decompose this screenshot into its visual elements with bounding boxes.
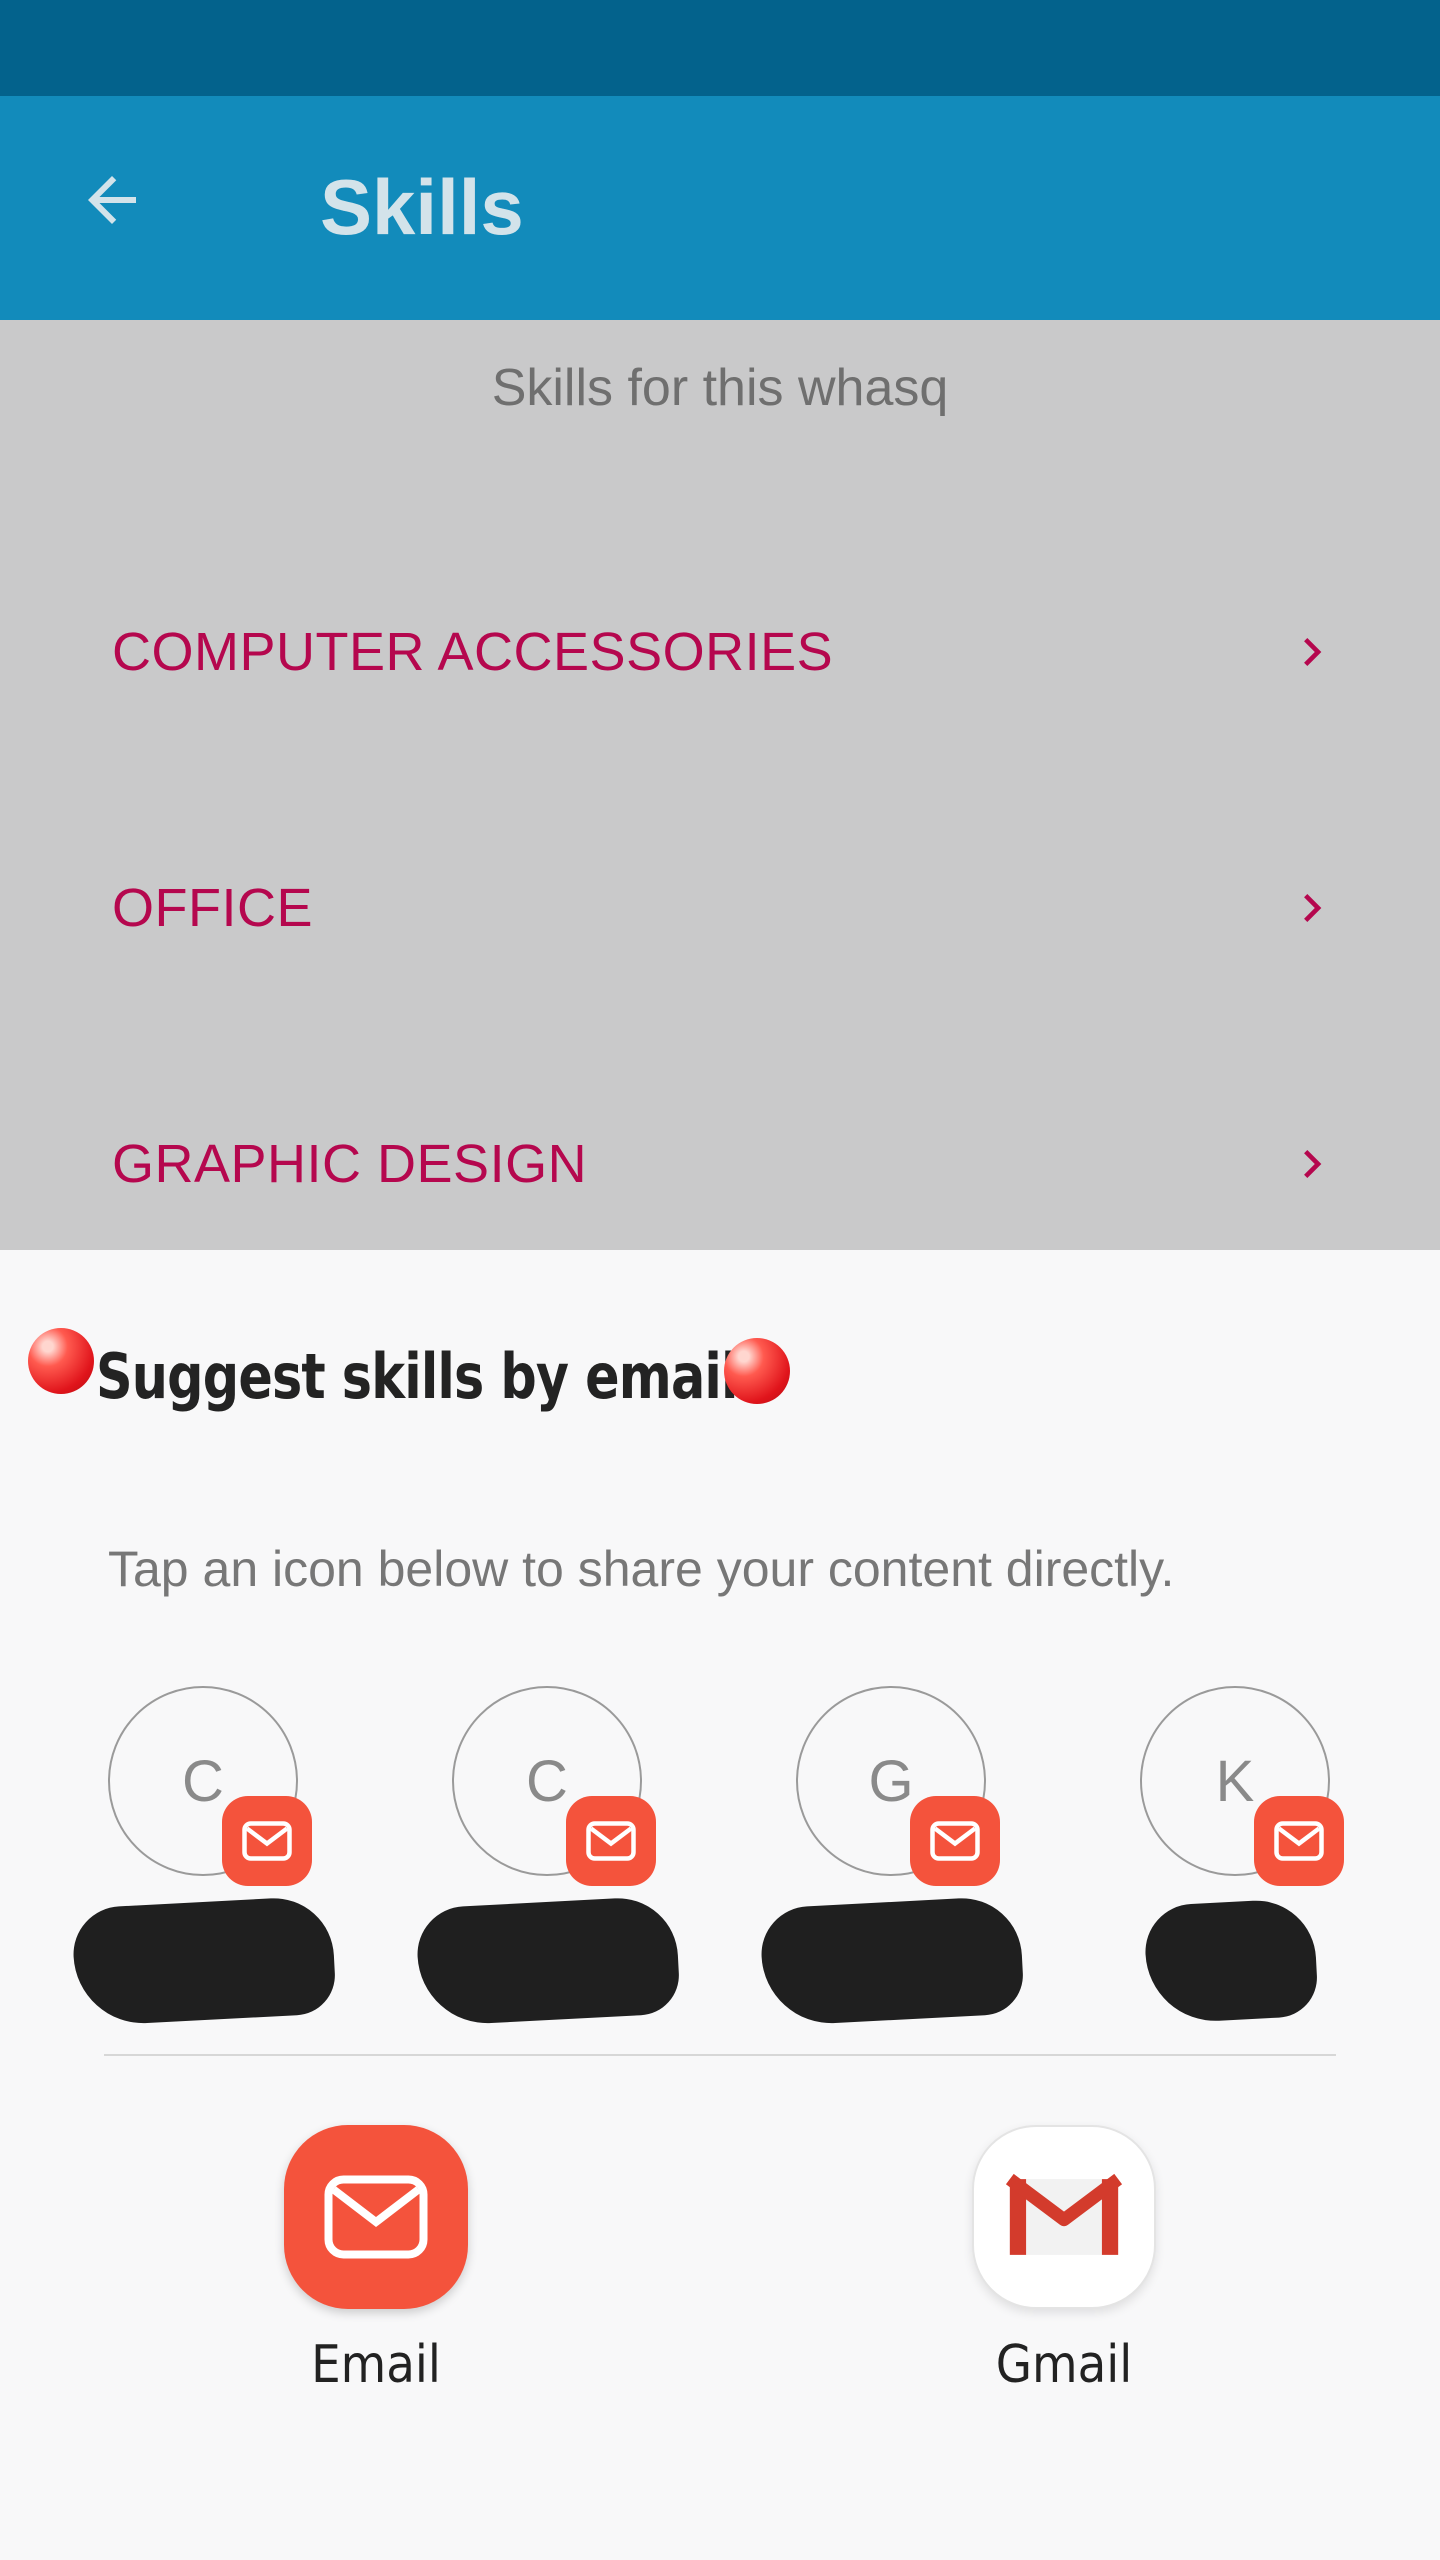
redacted-name	[415, 1895, 681, 2027]
divider	[104, 2054, 1336, 2056]
chevron-right-icon	[1304, 1150, 1322, 1178]
share-sheet: Suggest skills by email Tap an icon belo…	[0, 1250, 1440, 2560]
contact-target[interactable]: K	[1086, 1686, 1386, 2066]
gmail-icon	[972, 2125, 1156, 2309]
redacted-name	[1143, 1897, 1319, 2025]
skill-row-computer-accessories[interactable]: COMPUTER ACCESSORIES	[0, 572, 1440, 732]
app-label: Gmail	[995, 2335, 1133, 2395]
email-badge-icon	[222, 1796, 312, 1886]
share-app-gmail[interactable]: Gmail	[914, 2125, 1214, 2415]
email-badge-icon	[566, 1796, 656, 1886]
red-ball-decoration	[28, 1328, 94, 1394]
skill-row-graphic-design[interactable]: GRAPHIC DESIGN	[0, 1084, 1440, 1244]
share-app-email[interactable]: Email	[226, 2125, 526, 2415]
page-title: Skills	[320, 163, 524, 251]
app-bar: Skills	[0, 96, 1440, 320]
contact-target[interactable]: C	[54, 1686, 354, 2066]
email-app-icon	[284, 2125, 468, 2309]
skill-row-office[interactable]: OFFICE	[0, 828, 1440, 988]
skills-subtitle: Skills for this whasq	[491, 359, 949, 417]
email-badge-icon	[1254, 1796, 1344, 1886]
arrow-left-icon	[88, 176, 136, 224]
red-ball-decoration	[724, 1338, 790, 1404]
chevron-right-icon	[1304, 638, 1322, 666]
status-bar	[0, 0, 1440, 96]
email-badge-icon	[910, 1796, 1000, 1886]
back-button[interactable]	[60, 148, 164, 252]
share-hint: Tap an icon below to share your content …	[108, 1541, 1175, 1597]
redacted-name	[71, 1895, 337, 2027]
app-label: Email	[311, 2335, 441, 2395]
skill-label: OFFICE	[112, 878, 313, 938]
redacted-name	[759, 1895, 1025, 2027]
chevron-right-icon	[1304, 894, 1322, 922]
share-sheet-title: Suggest skills by email	[96, 1340, 738, 1413]
contact-target[interactable]: G	[742, 1686, 1042, 2066]
skill-label: GRAPHIC DESIGN	[112, 1134, 588, 1194]
skill-label: COMPUTER ACCESSORIES	[112, 622, 834, 682]
contact-target[interactable]: C	[398, 1686, 698, 2066]
